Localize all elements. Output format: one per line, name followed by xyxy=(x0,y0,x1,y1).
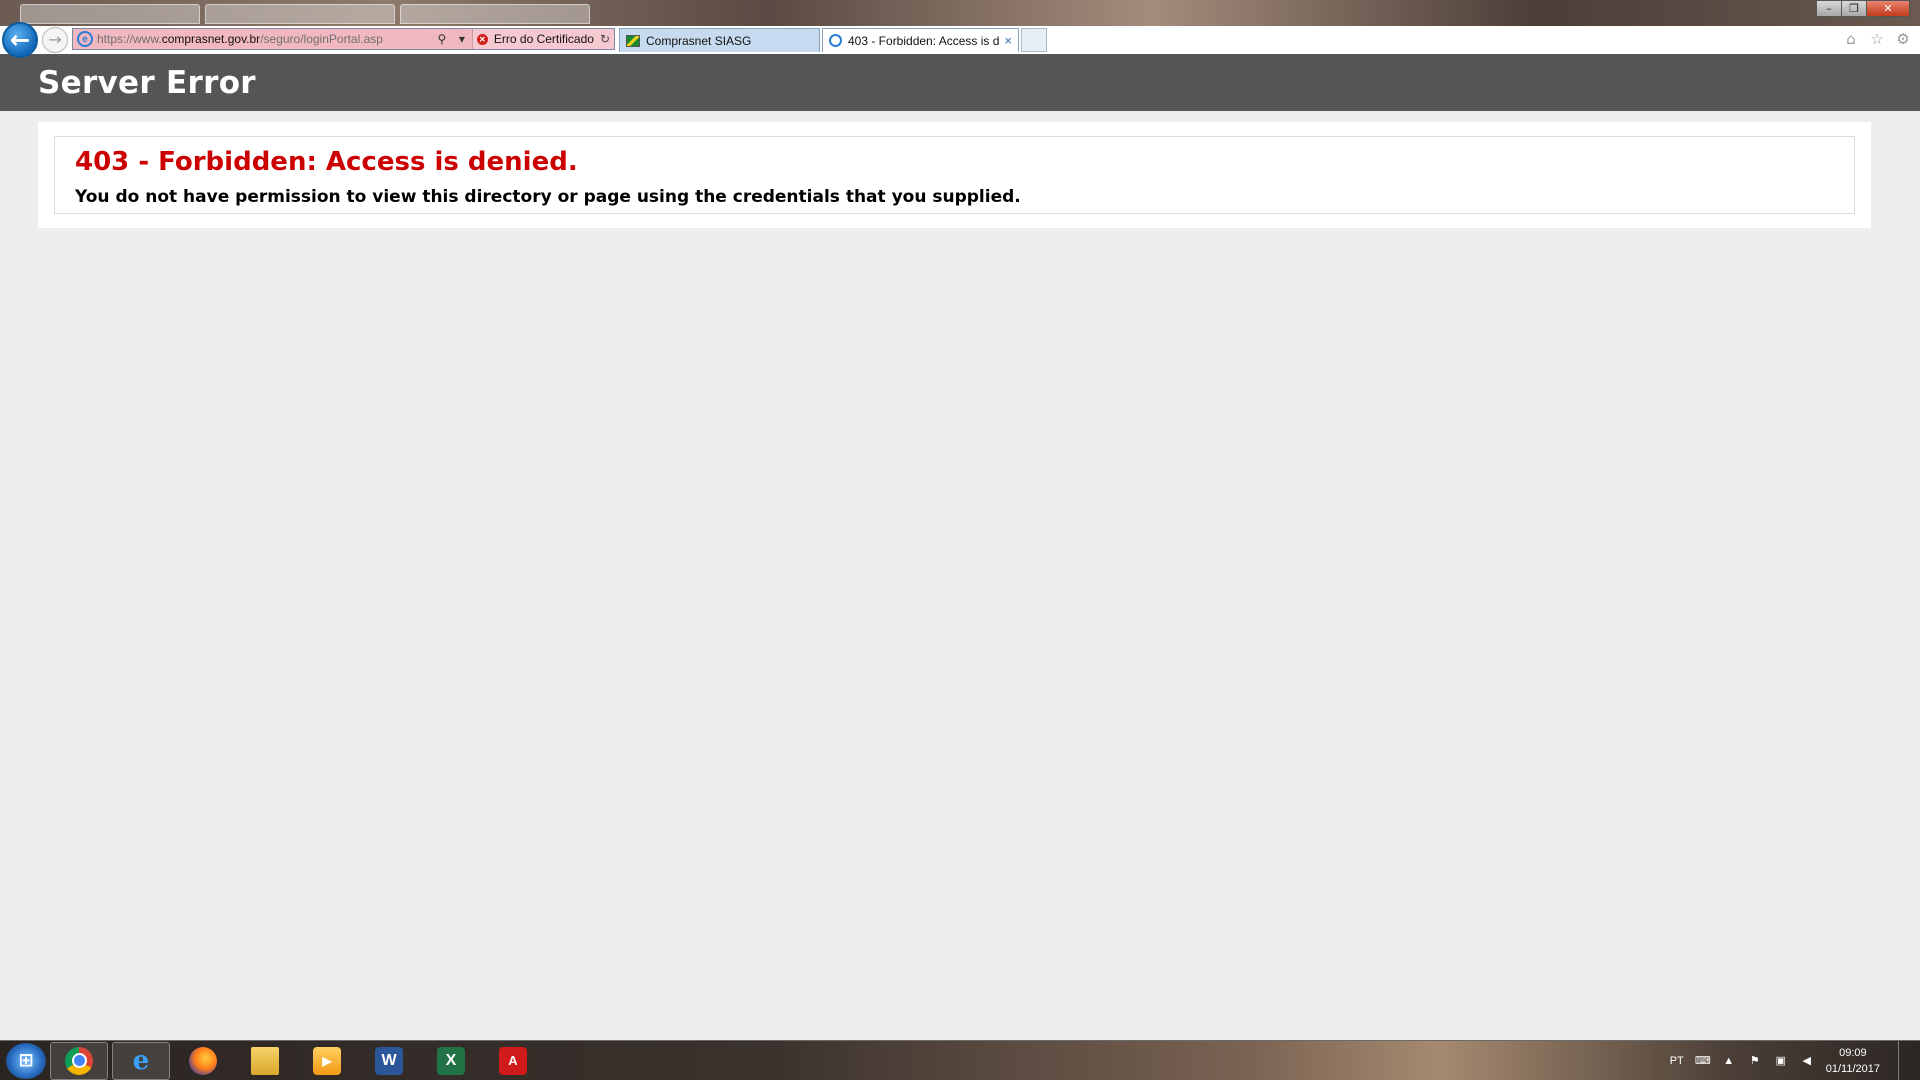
close-window-button[interactable]: ✕ xyxy=(1866,0,1910,17)
ie-icon: e xyxy=(132,1045,150,1076)
forward-arrow-icon: → xyxy=(48,30,62,49)
background-tab xyxy=(20,4,200,24)
show-hidden-icons-icon[interactable]: ▲ xyxy=(1722,1054,1736,1068)
volume-icon[interactable]: ◀ xyxy=(1800,1054,1814,1068)
content-container: 403 - Forbidden: Access is denied. You d… xyxy=(38,122,1871,228)
settings-gear-icon[interactable]: ⚙ xyxy=(1894,30,1912,48)
taskbar: ⊞ e ▶ W X A PT ⌨ ▲ ⚑ ▣ ◀ 09:09 01/11/201… xyxy=(0,1040,1920,1080)
keyboard-icon[interactable]: ⌨ xyxy=(1695,1054,1711,1068)
new-tab-button[interactable] xyxy=(1021,28,1047,52)
background-tab xyxy=(205,4,395,24)
show-desktop-button[interactable] xyxy=(1898,1040,1910,1080)
tab-title: 403 - Forbidden: Access is d... xyxy=(848,33,1001,48)
ie-icon: e xyxy=(77,31,93,47)
taskbar-excel[interactable]: X xyxy=(422,1042,480,1080)
search-icon[interactable]: ⚲ xyxy=(434,31,450,47)
clock-date: 01/11/2017 xyxy=(1825,1062,1880,1075)
action-center-flag-icon[interactable]: ⚑ xyxy=(1748,1054,1762,1068)
media-player-icon: ▶ xyxy=(313,1046,341,1075)
certificate-error-label: Erro do Certificado xyxy=(493,32,594,46)
taskbar-word[interactable]: W xyxy=(360,1042,418,1080)
system-tray: PT ⌨ ▲ ⚑ ▣ ◀ 09:09 01/11/2017 xyxy=(1670,1040,1920,1080)
background-tab xyxy=(400,4,590,24)
network-icon[interactable]: ▣ xyxy=(1774,1054,1788,1068)
taskbar-ie[interactable]: e xyxy=(112,1041,170,1080)
brazil-flag-icon xyxy=(626,34,640,47)
windows-start-icon[interactable]: ⊞ xyxy=(6,1042,46,1079)
home-icon[interactable]: ⌂ xyxy=(1842,30,1860,48)
ie-icon xyxy=(829,34,842,47)
dropdown-icon[interactable]: ▾ xyxy=(454,31,470,47)
chrome-icon xyxy=(65,1046,93,1075)
server-error-header: Server Error xyxy=(0,54,1920,111)
folder-icon xyxy=(251,1046,279,1075)
language-indicator[interactable]: PT xyxy=(1670,1055,1684,1067)
error-fieldset: 403 - Forbidden: Access is denied. You d… xyxy=(54,136,1855,214)
tab-comprasnet[interactable]: Comprasnet SIASG xyxy=(619,28,820,52)
back-arrow-icon: ← xyxy=(9,26,31,54)
word-icon: W xyxy=(375,1046,403,1075)
close-tab-icon[interactable]: × xyxy=(1004,33,1012,48)
minimize-button[interactable]: – xyxy=(1816,0,1842,17)
refresh-icon[interactable]: ↻ xyxy=(600,32,610,46)
clock[interactable]: 09:09 01/11/2017 xyxy=(1826,1045,1880,1077)
url-path: /seguro/loginPortal.asp xyxy=(260,32,383,46)
window-controls: – ❐ ✕ xyxy=(1816,0,1910,18)
address-bar[interactable]: e https://www.comprasnet.gov.br/seguro/l… xyxy=(72,28,615,50)
taskbar-firefox[interactable] xyxy=(174,1042,232,1080)
taskbar-media-player[interactable]: ▶ xyxy=(298,1042,356,1080)
certificate-error-button[interactable]: ✕ Erro do Certificado ↻ xyxy=(471,29,614,49)
error-message: You do not have permission to view this … xyxy=(75,187,1021,207)
taskbar-explorer[interactable] xyxy=(236,1042,294,1080)
firefox-icon xyxy=(189,1046,217,1075)
back-button[interactable]: ← xyxy=(2,22,38,58)
url-scheme: https://www. xyxy=(97,32,162,46)
maximize-button[interactable]: ❐ xyxy=(1841,0,1867,17)
error-title: 403 - Forbidden: Access is denied. xyxy=(75,147,578,177)
tab-title: Comprasnet SIASG xyxy=(646,33,752,48)
taskbar-chrome[interactable] xyxy=(50,1041,108,1080)
taskbar-acrobat[interactable]: A xyxy=(484,1042,542,1080)
forward-button[interactable]: → xyxy=(42,27,68,53)
page-title: Server Error xyxy=(38,64,256,101)
certificate-error-icon: ✕ xyxy=(476,33,488,45)
browser-tools: ⌂ ☆ ⚙ xyxy=(1842,30,1912,48)
excel-icon: X xyxy=(437,1046,465,1075)
clock-time: 09:09 xyxy=(1839,1046,1867,1059)
url-host: comprasnet.gov.br xyxy=(161,32,261,46)
acrobat-icon: A xyxy=(499,1046,527,1075)
tab-forbidden[interactable]: 403 - Forbidden: Access is d... × xyxy=(822,28,1019,52)
url-field[interactable]: https://www.comprasnet.gov.br/seguro/log… xyxy=(97,32,432,46)
favorites-star-icon[interactable]: ☆ xyxy=(1868,30,1886,48)
